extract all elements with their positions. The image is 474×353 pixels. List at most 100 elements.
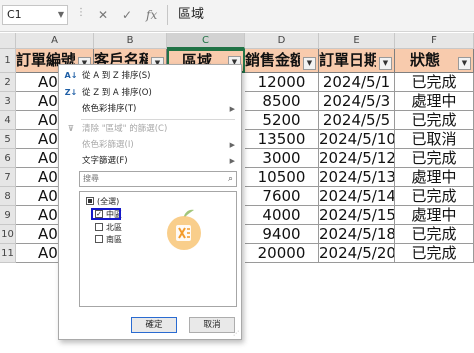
header-label: 狀態 <box>409 51 440 69</box>
formula-divider <box>167 5 168 25</box>
menu-item-label: 文字篩選(F) <box>82 156 128 166</box>
menu-item-clear-filter[interactable]: ⊽ 清除 "區域" 的篩選(C) <box>59 121 241 137</box>
filter-values-list: (全選) ✓ 中區 北區 南區 <box>79 191 237 307</box>
row-header[interactable]: 1 <box>0 49 16 73</box>
chevron-down-icon[interactable]: ▼ <box>58 6 64 24</box>
column-header-a[interactable]: A <box>16 33 94 49</box>
menu-item-label: 從 Z 到 A 排序(O) <box>82 88 152 98</box>
amount-cell[interactable]: 7600 <box>245 187 319 206</box>
watermark-logo-icon <box>167 209 201 250</box>
row-header[interactable]: 4 <box>0 111 16 130</box>
header-cell-status[interactable]: 狀態 ▼ <box>395 49 474 73</box>
row-header[interactable]: 10 <box>0 225 16 244</box>
row-header[interactable]: 2 <box>0 73 16 92</box>
amount-cell[interactable]: 9400 <box>245 225 319 244</box>
amount-cell[interactable]: 10500 <box>245 168 319 187</box>
amount-cell[interactable]: 20000 <box>245 244 319 263</box>
menu-item-label: 從 A 到 Z 排序(S) <box>82 71 151 81</box>
cancel-icon[interactable]: ✕ <box>98 5 108 25</box>
amount-cell[interactable]: 3000 <box>245 149 319 168</box>
name-box-value: C1 <box>7 8 22 21</box>
date-cell[interactable]: 2024/5/14 <box>319 187 395 206</box>
filter-search-input[interactable]: 搜尋 ⌕ <box>79 171 237 187</box>
menu-item-label: 依色彩排序(T) <box>82 104 137 114</box>
column-header-c[interactable]: C <box>167 33 245 49</box>
date-cell[interactable]: 2024/5/1 <box>319 73 395 92</box>
amount-cell[interactable]: 12000 <box>245 73 319 92</box>
status-cell[interactable]: 處理中 <box>395 168 474 187</box>
resize-grip-icon[interactable]: ⋰ <box>233 331 239 337</box>
amount-cell[interactable]: 4000 <box>245 206 319 225</box>
filter-dropdown-menu: A↓ 從 A 到 Z 排序(S) Z↓ 從 Z 到 A 排序(O) 依色彩排序(… <box>58 64 242 340</box>
status-cell[interactable]: 已完成 <box>395 73 474 92</box>
amount-cell[interactable]: 13500 <box>245 130 319 149</box>
ok-button[interactable]: 確定 <box>131 317 177 333</box>
filter-dropdown-icon[interactable]: ▼ <box>379 57 392 70</box>
row-header[interactable]: 5 <box>0 130 16 149</box>
column-header-f[interactable]: F <box>395 33 474 49</box>
menu-item-sort-by-color[interactable]: 依色彩排序(T) ▶ <box>59 101 241 117</box>
row-header[interactable]: 3 <box>0 92 16 111</box>
row-header[interactable]: 9 <box>0 206 16 225</box>
chevron-right-icon: ▶ <box>229 157 235 165</box>
menu-divider <box>81 119 235 120</box>
formula-input[interactable]: 區域 <box>178 5 204 25</box>
enter-icon[interactable]: ✓ <box>122 5 132 25</box>
checkbox-partial-icon[interactable] <box>86 197 94 205</box>
status-cell[interactable]: 已完成 <box>395 149 474 168</box>
checkbox-icon[interactable] <box>95 223 103 231</box>
row-header[interactable]: 11 <box>0 244 16 263</box>
status-cell[interactable]: 已完成 <box>395 111 474 130</box>
name-box[interactable]: C1 ▼ <box>2 5 68 25</box>
filter-dropdown-icon[interactable]: ▼ <box>303 57 316 70</box>
amount-cell[interactable]: 8500 <box>245 92 319 111</box>
date-cell[interactable]: 2024/5/18 <box>319 225 395 244</box>
status-cell[interactable]: 已完成 <box>395 244 474 263</box>
insert-function-icon[interactable]: fx <box>146 5 157 25</box>
filter-dropdown-icon[interactable]: ▼ <box>458 57 471 70</box>
status-cell[interactable]: 已完成 <box>395 225 474 244</box>
status-cell[interactable]: 已完成 <box>395 187 474 206</box>
filter-option-select-all[interactable]: (全選) <box>80 196 160 207</box>
focus-highlight <box>91 208 121 220</box>
date-cell[interactable]: 2024/5/5 <box>319 111 395 130</box>
date-cell[interactable]: 2024/5/12 <box>319 149 395 168</box>
select-all-corner[interactable] <box>0 33 16 49</box>
row-header[interactable]: 7 <box>0 168 16 187</box>
chevron-right-icon: ▶ <box>229 105 235 113</box>
filter-option-label: 北區 <box>106 223 122 232</box>
status-cell[interactable]: 已取消 <box>395 130 474 149</box>
sort-descending-icon: Z↓ <box>64 88 78 97</box>
menu-item-sort-desc[interactable]: Z↓ 從 Z 到 A 排序(O) <box>59 85 241 101</box>
header-cell-amount[interactable]: 銷售金額 ▼ <box>245 49 319 73</box>
column-header-d[interactable]: D <box>245 33 319 49</box>
formula-bar: C1 ▼ ⋮ ✕ ✓ fx 區域 <box>0 0 474 32</box>
filter-option-north[interactable]: 北區 <box>80 222 160 233</box>
header-label: 訂單日期 <box>319 51 376 69</box>
date-cell[interactable]: 2024/5/3 <box>319 92 395 111</box>
filter-option-label: 南區 <box>106 235 122 244</box>
formula-buttons: ✕ ✓ fx <box>94 5 164 25</box>
checkbox-icon[interactable] <box>95 235 103 243</box>
date-cell[interactable]: 2024/5/10 <box>319 130 395 149</box>
sort-ascending-icon: A↓ <box>64 71 78 80</box>
cancel-button[interactable]: 取消 <box>189 317 235 333</box>
row-header[interactable]: 6 <box>0 149 16 168</box>
status-cell[interactable]: 處理中 <box>395 92 474 111</box>
menu-item-sort-asc[interactable]: A↓ 從 A 到 Z 排序(S) <box>59 68 241 84</box>
filter-option-label: (全選) <box>97 197 120 206</box>
amount-cell[interactable]: 5200 <box>245 111 319 130</box>
menu-item-filter-by-color[interactable]: 依色彩篩選(I) ▶ <box>59 137 241 153</box>
row-header[interactable]: 8 <box>0 187 16 206</box>
header-cell-date[interactable]: 訂單日期 ▼ <box>319 49 395 73</box>
filter-option-south[interactable]: 南區 <box>80 234 160 245</box>
date-cell[interactable]: 2024/5/15 <box>319 206 395 225</box>
column-header-b[interactable]: B <box>94 33 167 49</box>
column-header-e[interactable]: E <box>319 33 395 49</box>
menu-item-label: 清除 "區域" 的篩選(C) <box>82 124 168 134</box>
menu-item-text-filters[interactable]: 文字篩選(F) ▶ <box>59 153 241 169</box>
search-icon: ⌕ <box>227 174 233 184</box>
date-cell[interactable]: 2024/5/20 <box>319 244 395 263</box>
status-cell[interactable]: 處理中 <box>395 206 474 225</box>
date-cell[interactable]: 2024/5/13 <box>319 168 395 187</box>
